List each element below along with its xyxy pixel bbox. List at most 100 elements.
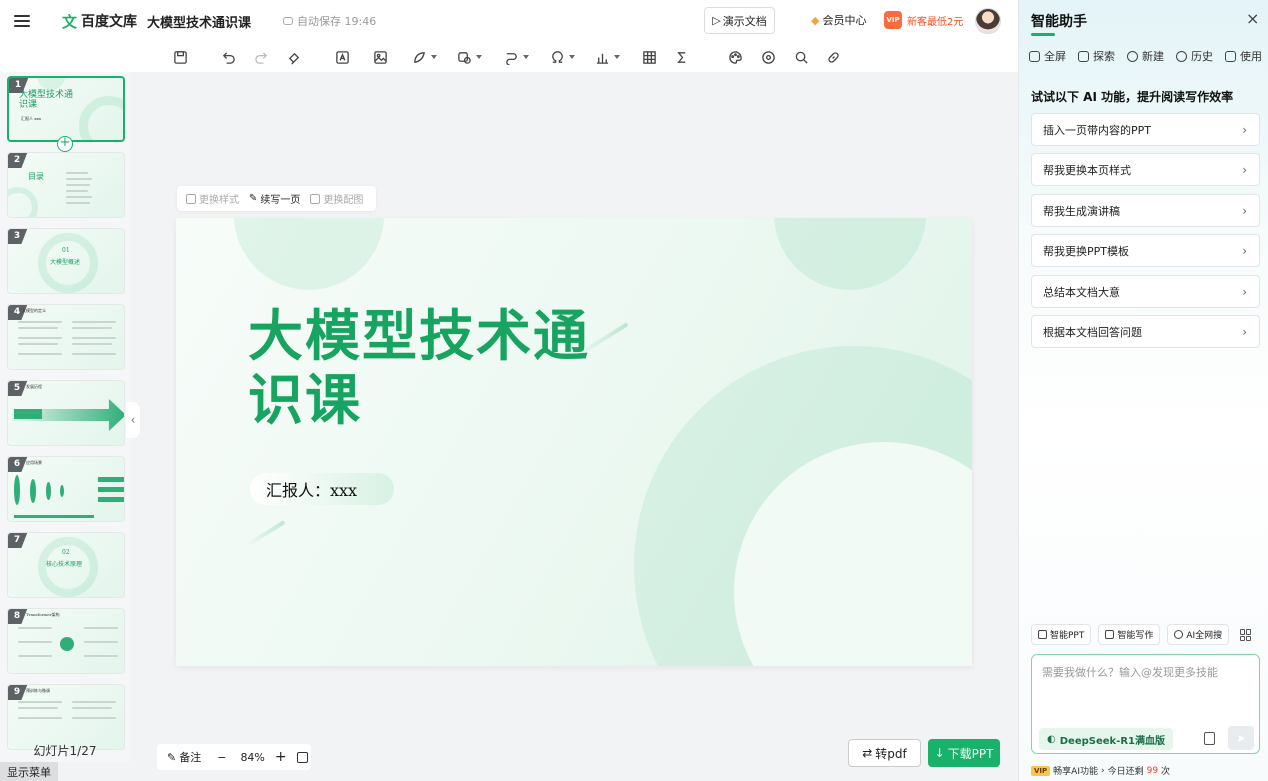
slide-thumbnail-9[interactable]: 9 预训练与微调 xyxy=(7,684,125,750)
reporter-label[interactable]: 汇报人：xxx xyxy=(250,473,394,505)
new-chat-button[interactable]: 新建 xyxy=(1127,48,1164,64)
logo-mark: 文 xyxy=(62,12,78,31)
skill-chips: 智能PPT 智能写作 AI全网搜 xyxy=(1031,624,1252,645)
ai-assistant-panel: 智能助手 × 全屏 探索 新建 历史 使用 试试以下 AI 功能，提升阅读写作效… xyxy=(1018,0,1268,781)
slide-thumbnail-6[interactable]: 6 应用场景 xyxy=(7,456,125,522)
download-ppt-button[interactable]: ↓ 下载PPT xyxy=(928,739,1000,767)
redo-icon[interactable] xyxy=(254,49,269,65)
download-icon: ↓ xyxy=(934,746,945,760)
slide-number: 2 xyxy=(8,153,28,168)
slide-thumbnail-1[interactable]: 1 大模型技术通识课 汇报人 xxx xyxy=(7,76,125,142)
history-button[interactable]: 历史 xyxy=(1176,48,1213,64)
vip-text[interactable]: 畅享AI功能 xyxy=(1053,764,1098,777)
promo-link[interactable]: 新客最低2元 xyxy=(907,13,963,28)
undo-icon[interactable] xyxy=(221,49,236,65)
textbox-icon[interactable] xyxy=(335,49,350,65)
chip-web-search[interactable]: AI全网搜 xyxy=(1167,624,1230,645)
present-button[interactable]: ▷ 演示文档 xyxy=(704,7,775,34)
chip-smart-ppt[interactable]: 智能PPT xyxy=(1031,624,1092,645)
autosave-status: 自动保存 19:46 xyxy=(283,13,376,29)
slide-thumbnail-8[interactable]: 8 Transformer架构 xyxy=(7,608,125,674)
suggestion-speech[interactable]: 帮我生成演讲稿 › xyxy=(1031,194,1260,227)
suggestion-insert-ppt[interactable]: 插入一页带内容的PPT › xyxy=(1031,113,1260,146)
collapse-panel-button[interactable]: ‹ xyxy=(126,402,140,438)
clock-icon xyxy=(1176,50,1187,62)
slide-thumbnail-4[interactable]: 4 大模型的定义 xyxy=(7,304,125,370)
slide-thumbnail-5[interactable]: 5 发展历程 xyxy=(7,380,125,446)
chip-label: 智能PPT xyxy=(1050,631,1085,641)
chevron-right-icon: › xyxy=(1242,162,1247,177)
connector-icon[interactable] xyxy=(504,49,529,65)
document-title[interactable]: 大模型技术通识课 xyxy=(147,12,251,31)
suggestion-qa[interactable]: 根据本文档回答问题 › xyxy=(1031,315,1260,348)
chip-smart-write[interactable]: 智能写作 xyxy=(1098,624,1161,645)
remaining-prefix: 今日还剩 xyxy=(1107,767,1144,777)
slide-canvas[interactable]: 大模型技术通识课 汇报人：xxx xyxy=(176,218,972,666)
chevron-right-icon: › xyxy=(1242,324,1247,339)
explore-button[interactable]: 探索 xyxy=(1078,48,1115,64)
save-icon[interactable] xyxy=(173,49,188,65)
chart-icon[interactable] xyxy=(595,49,620,65)
slide-thumbnail-2[interactable]: 2 目录 xyxy=(7,152,125,218)
usage-button[interactable]: 使用 xyxy=(1225,48,1262,64)
table-icon[interactable] xyxy=(642,49,657,65)
search-icon[interactable] xyxy=(794,49,809,65)
record-icon[interactable] xyxy=(761,49,776,65)
suggestion-change-template[interactable]: 帮我更换PPT模板 › xyxy=(1031,234,1260,267)
upload-icon[interactable] xyxy=(1204,732,1215,745)
slide-action-bar: 更换样式 ✎ 续写一页 更换配图 xyxy=(177,186,376,211)
continue-write-label: 续写一页 xyxy=(260,195,301,206)
notes-button[interactable]: ✎ 备注 xyxy=(167,749,201,765)
fit-screen-icon[interactable] xyxy=(296,751,308,763)
notes-icon: ✎ xyxy=(167,750,177,764)
model-selector[interactable]: ◐ DeepSeek-R1满血版 xyxy=(1039,728,1173,750)
thumb-subtitle: 核心技术原理 xyxy=(46,561,83,568)
formula-icon[interactable] xyxy=(674,49,689,65)
logo[interactable]: 文 百度文库 xyxy=(62,11,137,32)
slide-number: 5 xyxy=(8,381,28,396)
change-image-button[interactable]: 更换配图 xyxy=(310,191,363,206)
slide-thumbnail-7[interactable]: 7 02 核心技术原理 xyxy=(7,532,125,598)
symbol-icon[interactable] xyxy=(550,49,575,65)
add-slide-button[interactable]: + xyxy=(57,136,73,152)
menu-icon[interactable] xyxy=(14,15,30,27)
show-menu-button[interactable]: 显示菜单 xyxy=(0,762,58,781)
format-brush-icon[interactable] xyxy=(287,49,302,65)
deepseek-icon: ◐ xyxy=(1047,733,1056,745)
chevron-right-icon: › xyxy=(1242,243,1247,258)
close-icon[interactable]: × xyxy=(1246,9,1259,28)
continue-write-button[interactable]: ✎ 续写一页 xyxy=(249,191,300,206)
thumb-title: 目录 xyxy=(28,172,44,181)
convert-pdf-button[interactable]: ⇄ 转pdf xyxy=(848,739,921,767)
slide-thumbnail-3[interactable]: 3 01 大模型概述 xyxy=(7,228,125,294)
image-icon[interactable] xyxy=(373,49,388,65)
zoom-out-button[interactable]: − xyxy=(217,751,226,764)
suggestion-change-style[interactable]: 帮我更换本页样式 › xyxy=(1031,153,1260,186)
suggestion-label: 帮我生成演讲稿 xyxy=(1043,204,1120,218)
smartart-icon[interactable] xyxy=(457,49,482,65)
vip-gift-icon[interactable]: VIP xyxy=(884,11,902,29)
assistant-input[interactable]: 需要我做什么？输入@发现更多技能 ◐ DeepSeek-R1满血版 ➤ xyxy=(1031,654,1260,754)
change-style-button[interactable]: 更换样式 xyxy=(186,191,239,206)
slide-title[interactable]: 大模型技术通识课 xyxy=(248,304,608,432)
vip-quota: VIP 畅享AI功能 › 今日还剩 99 次 xyxy=(1031,764,1170,777)
autosave-text: 自动保存 19:46 xyxy=(297,15,377,28)
convert-pdf-label: 转pdf xyxy=(875,746,907,761)
palette-icon[interactable] xyxy=(728,49,743,65)
slide-number: 7 xyxy=(8,533,28,548)
fullscreen-icon xyxy=(1029,50,1040,62)
shape-icon[interactable] xyxy=(412,49,437,65)
zoom-in-button[interactable]: + xyxy=(275,749,287,765)
zoom-level[interactable]: 84% xyxy=(240,751,264,764)
member-center-link[interactable]: ◆ 会员中心 xyxy=(811,12,866,28)
chevron-right-icon: › xyxy=(1100,765,1105,776)
suggestion-summarize[interactable]: 总结本文档大意 › xyxy=(1031,275,1260,308)
change-image-label: 更换配图 xyxy=(323,195,364,206)
send-button[interactable]: ➤ xyxy=(1228,726,1254,750)
link-icon[interactable] xyxy=(826,49,841,65)
user-avatar[interactable] xyxy=(975,8,1001,34)
more-skills-icon[interactable] xyxy=(1240,629,1252,641)
vip-tag: VIP xyxy=(1031,765,1051,776)
chat-icon xyxy=(1127,50,1138,62)
fullscreen-button[interactable]: 全屏 xyxy=(1029,48,1066,64)
